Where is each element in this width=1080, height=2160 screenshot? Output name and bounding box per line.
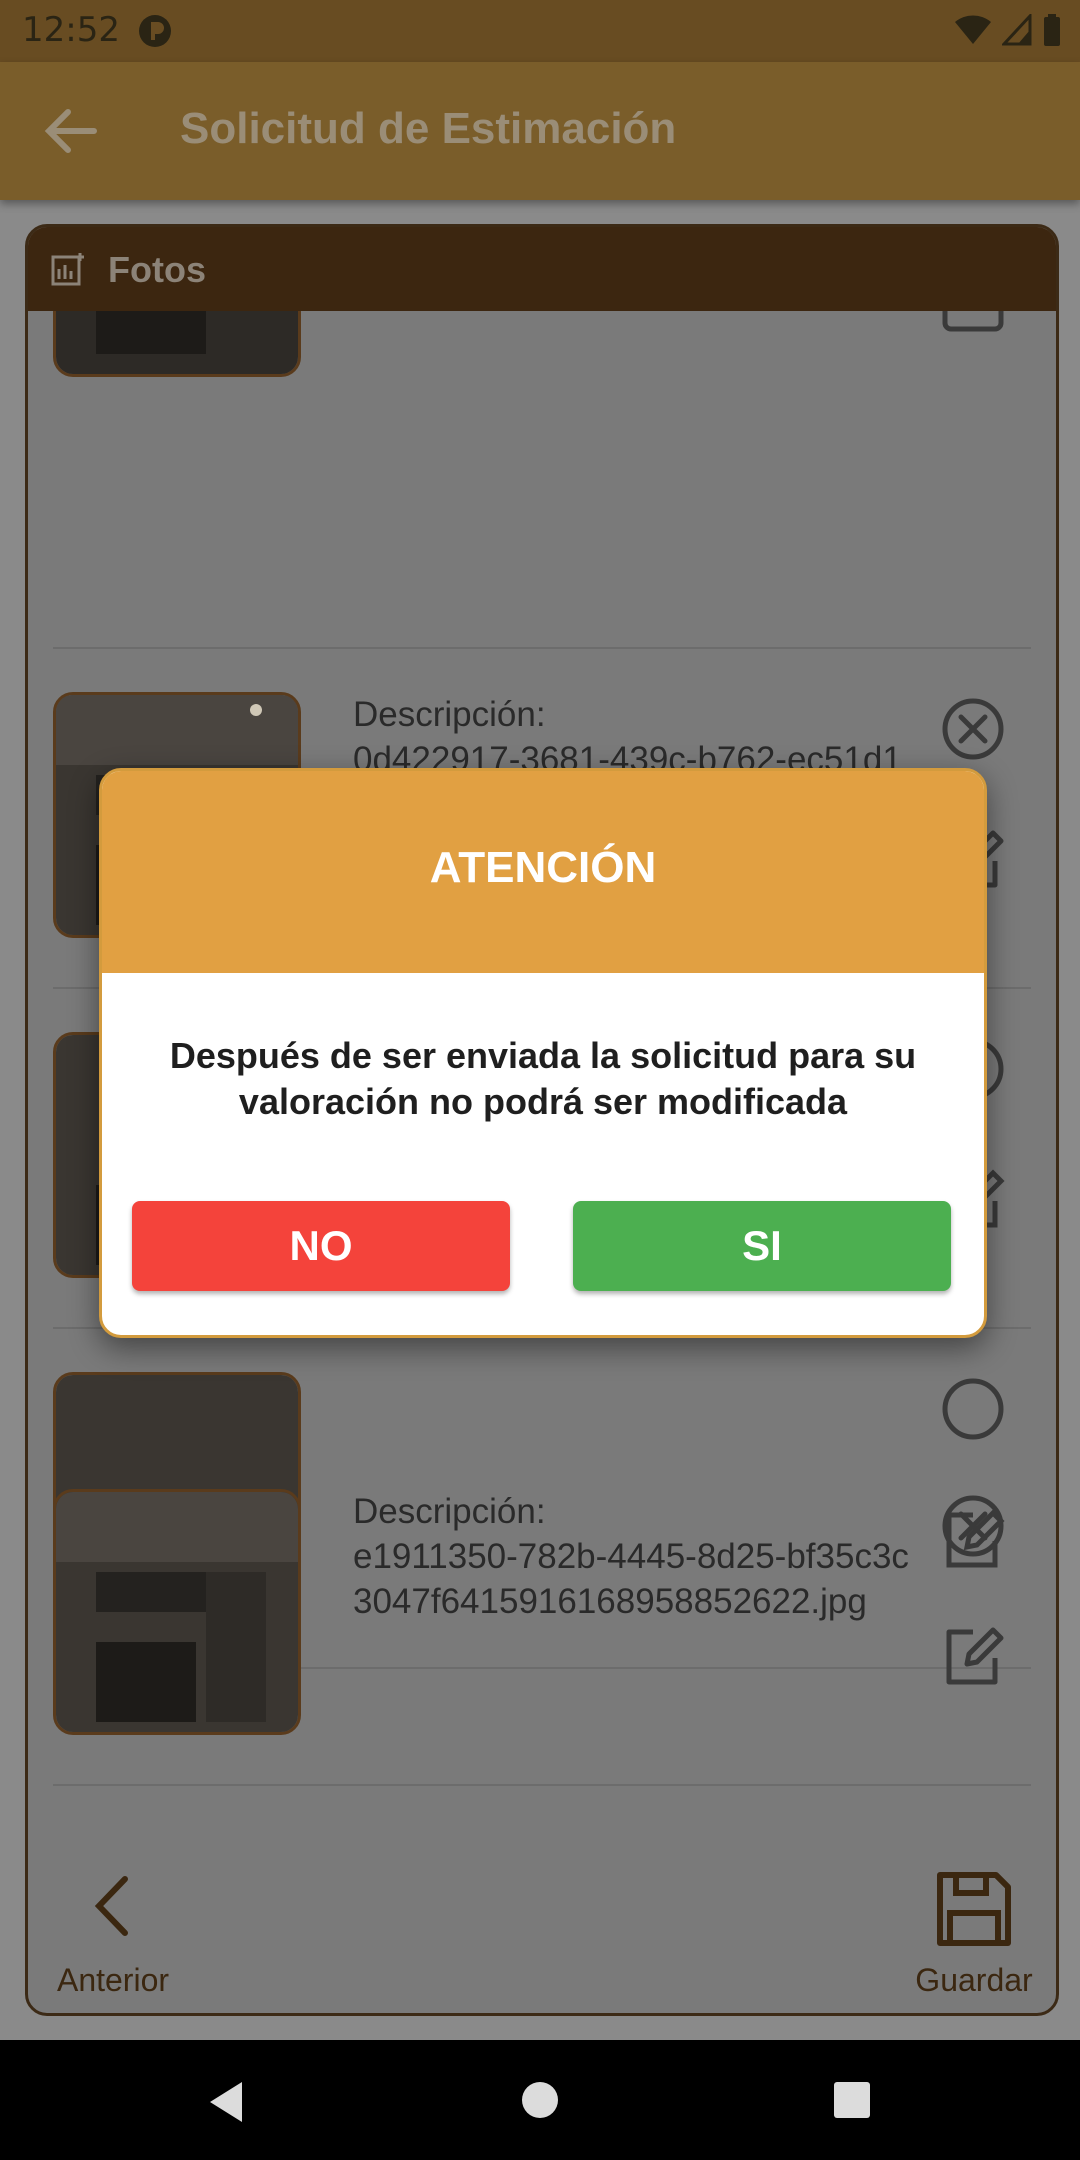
description-label: Descripción: [353,695,546,734]
yes-button[interactable]: SI [573,1201,951,1291]
system-home-icon[interactable] [522,2082,558,2118]
description-filename: e1911350-782b-4445-8d25-bf35c3c3047f6415… [353,1537,909,1621]
page-title: Solicitud de Estimación [180,104,677,153]
save-label: Guardar [915,1962,1033,1998]
battery-icon [1044,14,1060,46]
app-bar: Solicitud de Estimación [0,62,1080,200]
status-time: 12:52 [22,10,120,50]
previous-button[interactable]: Anterior [48,1869,178,1999]
gallery-icon [51,253,84,286]
no-button[interactable]: NO [132,1201,510,1291]
card-header: Fotos [28,227,1056,311]
wifi-icon [955,15,991,45]
signal-icon [1002,14,1032,46]
system-back-icon[interactable] [206,2080,246,2124]
floppy-disk-icon [937,1872,1011,1946]
photo-thumbnail[interactable] [53,1489,301,1735]
previous-label: Anterior [56,1962,170,1998]
system-recents-icon[interactable] [834,2082,870,2118]
status-icons [954,12,1062,48]
save-button[interactable]: Guardar [904,1869,1044,1999]
photo-thumbnail[interactable] [53,311,301,377]
card-header-title: Fotos [108,249,206,290]
status-bar: 12:52 [0,0,1080,62]
app-notification-icon [139,15,171,47]
back-arrow-icon[interactable] [38,98,104,164]
edit-icon[interactable] [937,1620,1009,1692]
divider [53,647,1031,649]
system-navigation-bar [0,2040,1080,2160]
description-label: Descripción: [353,1492,546,1531]
delete-icon[interactable] [937,1490,1009,1562]
edit-icon[interactable] [937,311,1009,343]
chevron-left-icon [94,1876,128,1936]
delete-icon[interactable] [937,693,1009,765]
divider [53,1784,1031,1786]
dialog-message: Después de ser enviada la solicitud para… [169,1035,917,1122]
photo-description: Descripción: e1911350-782b-4445-8d25-bf3… [353,1489,913,1624]
dialog-header: ATENCIÓN [102,771,984,973]
confirmation-dialog: ATENCIÓN Después de ser enviada la solic… [99,768,987,1338]
delete-icon[interactable] [937,1373,1009,1445]
dialog-title: ATENCIÓN [429,843,657,892]
bottom-nav: Anterior Guardar [28,1853,1056,2013]
